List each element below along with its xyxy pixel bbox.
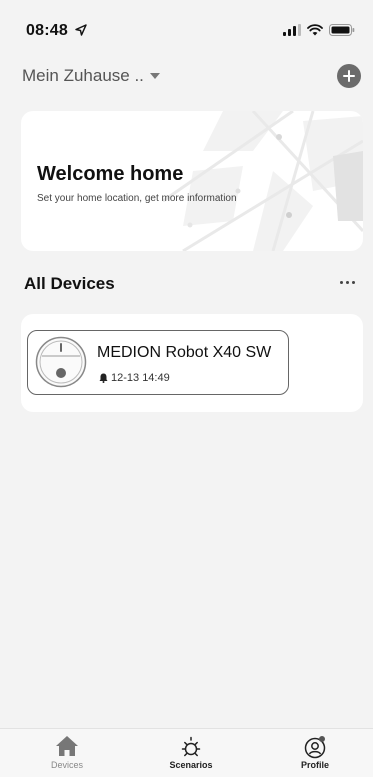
tab-label: Devices: [50, 760, 83, 770]
bell-icon: [99, 373, 108, 383]
status-icons: [283, 24, 355, 36]
profile-icon: [304, 736, 326, 759]
device-item[interactable]: MEDION Robot X40 SW 12-13 14:49: [27, 330, 289, 395]
tab-devices[interactable]: Devices: [22, 735, 112, 770]
home-header: Mein Zuhause ..: [0, 58, 373, 94]
home-icon: [56, 736, 78, 756]
tab-profile[interactable]: Profile: [270, 735, 360, 770]
welcome-card[interactable]: Welcome home Set your home location, get…: [21, 111, 363, 251]
robot-vacuum-icon: [35, 336, 87, 388]
cellular-signal-icon: [283, 24, 301, 36]
sun-icon: [181, 736, 201, 757]
battery-icon: [329, 24, 355, 36]
status-bar: 08:48: [0, 0, 373, 50]
device-time: 12-13 14:49: [111, 372, 170, 384]
status-time: 08:48: [26, 22, 87, 40]
device-name: MEDION Robot X40 SW: [97, 344, 272, 361]
status-time-text: 08:48: [26, 22, 68, 39]
devices-card: MEDION Robot X40 SW 12-13 14:49: [21, 314, 363, 412]
more-dot: [339, 280, 343, 284]
devices-section-header: All Devices: [0, 270, 373, 296]
device-last-event: 12-13 14:49: [99, 372, 170, 384]
wifi-icon: [307, 24, 323, 36]
more-dot: [345, 280, 349, 284]
add-button[interactable]: [337, 64, 361, 88]
tab-label: Profile: [300, 760, 329, 770]
home-selector[interactable]: Mein Zuhause ..: [22, 66, 160, 86]
map-illustration: [163, 111, 363, 251]
tab-scenarios[interactable]: Scenarios: [146, 735, 236, 770]
welcome-title: Welcome home: [37, 163, 184, 185]
tab-bar: Devices Scenarios Profile: [0, 728, 373, 777]
caret-down-icon: [149, 73, 160, 79]
section-title: All Devices: [24, 274, 115, 293]
plus-icon: [343, 70, 355, 82]
welcome-subtitle: Set your home location, get more informa…: [37, 193, 237, 204]
more-dot: [351, 280, 355, 284]
home-title: Mein Zuhause ..: [22, 66, 144, 85]
more-options-button[interactable]: [337, 272, 357, 292]
location-arrow-icon: [74, 24, 87, 36]
tab-label: Scenarios: [169, 760, 213, 770]
